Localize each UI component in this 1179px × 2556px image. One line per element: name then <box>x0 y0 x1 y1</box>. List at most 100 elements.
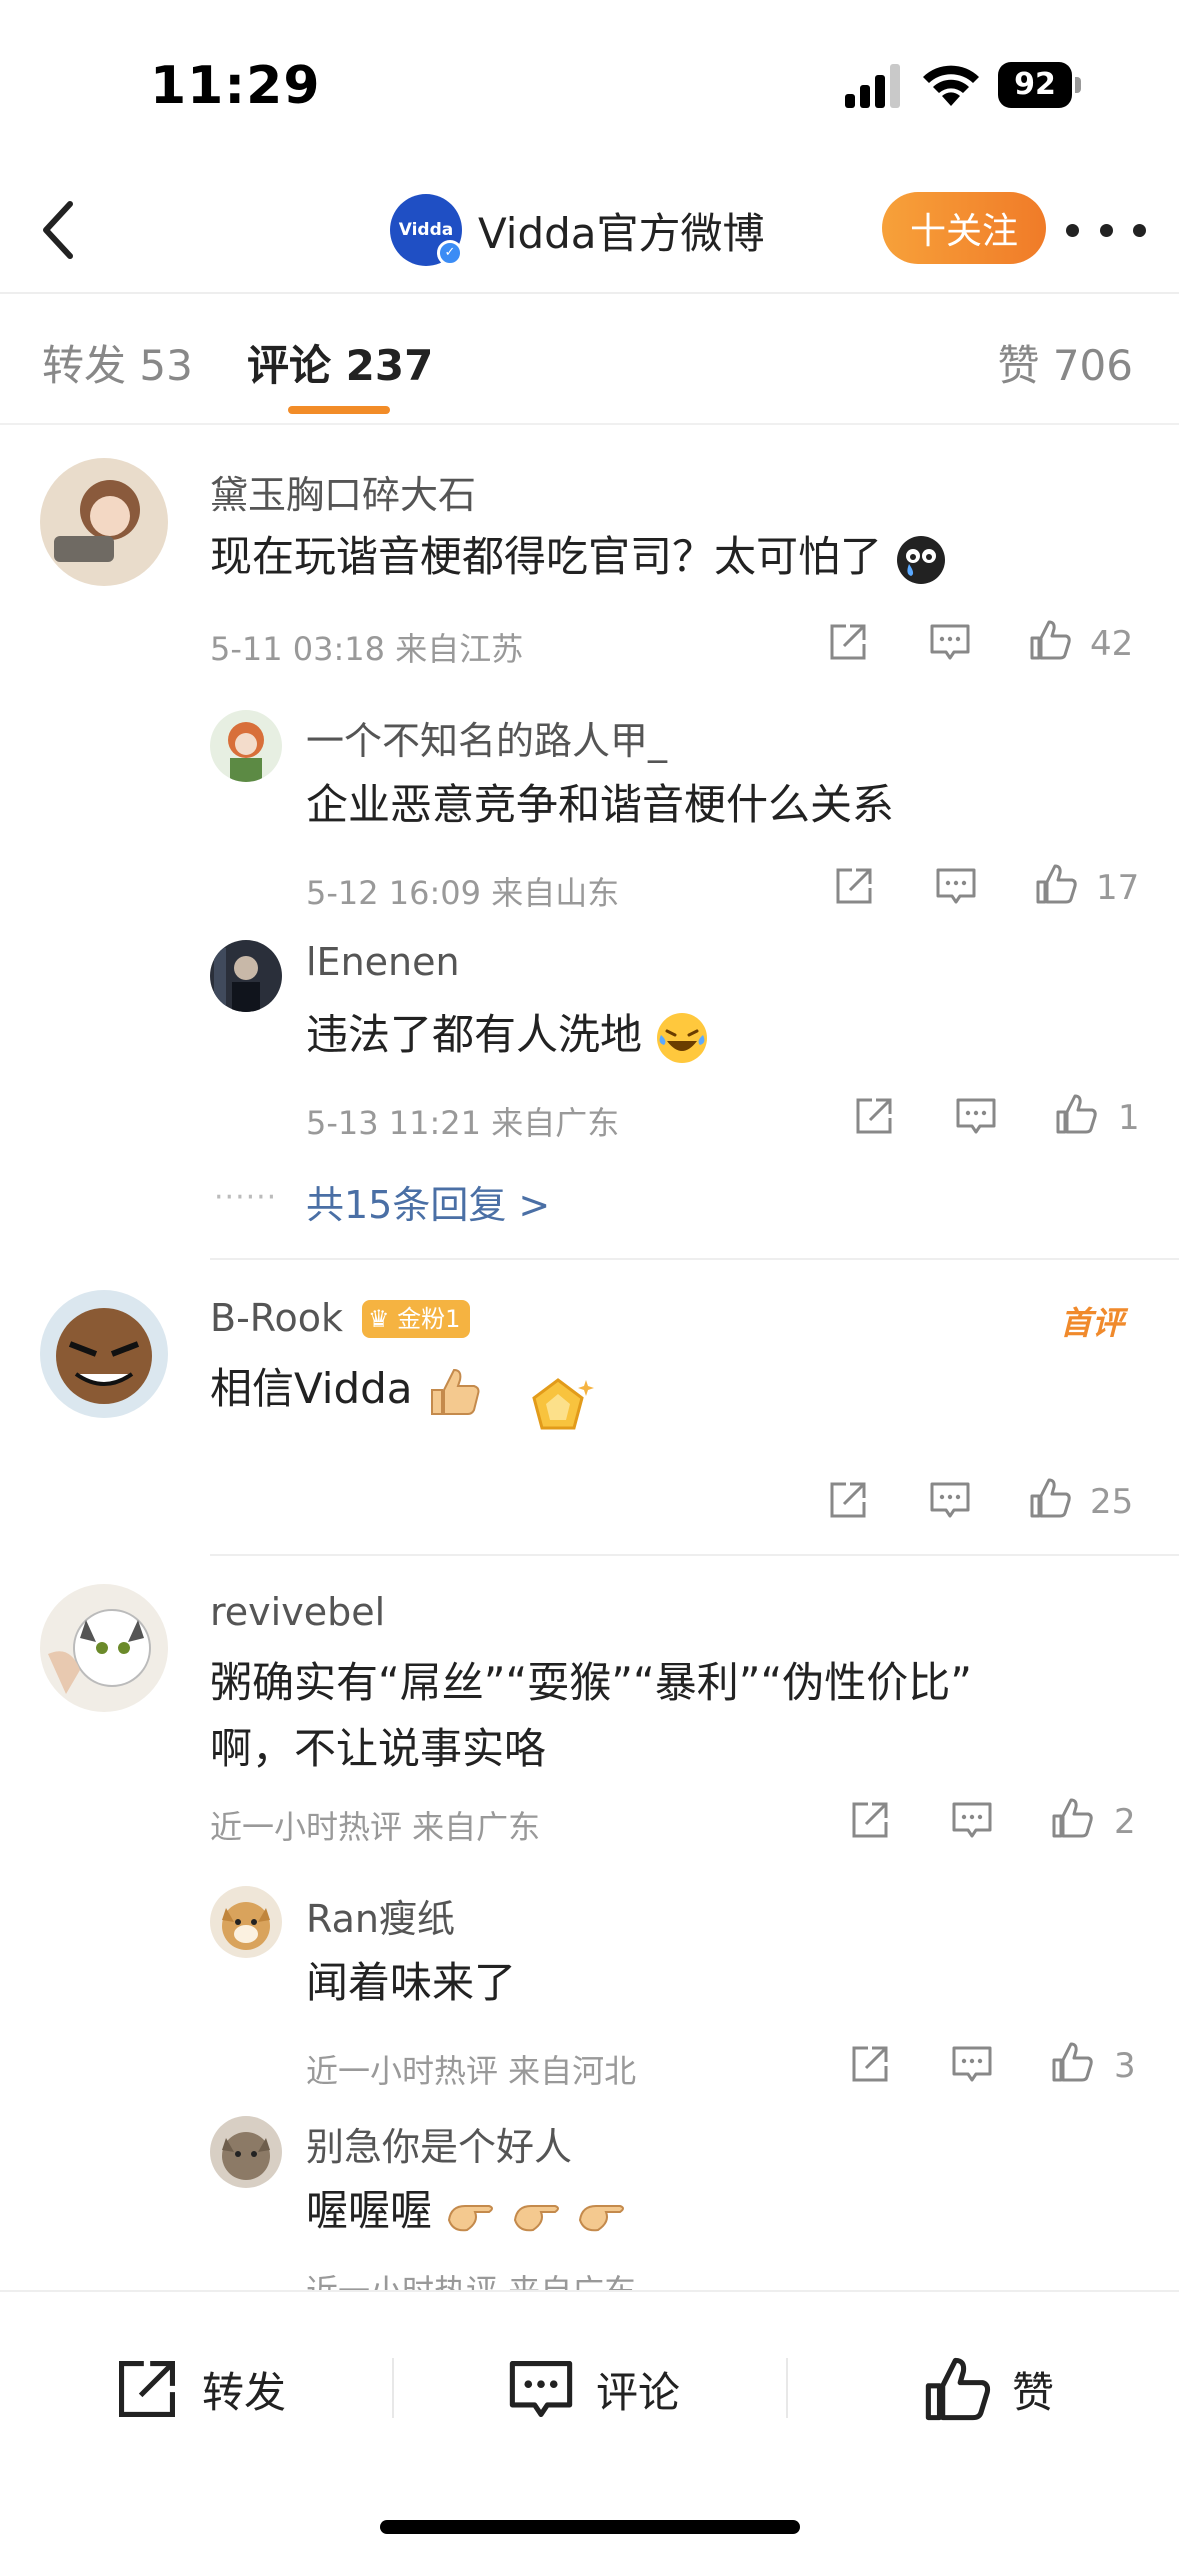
comment-text-content: 现在玩谐音梗都得吃官司？太可怕了 <box>210 532 883 581</box>
nav-header: Vidda ✓ Vidda官方微博 十关注 <box>0 170 1179 290</box>
reply-icon[interactable] <box>954 1094 998 1138</box>
like-icon[interactable] <box>1028 618 1072 662</box>
comment-button[interactable]: 评论 <box>506 2354 680 2424</box>
comment-separator <box>210 1258 1179 1260</box>
account-name[interactable]: Vidda官方微博 <box>478 200 765 261</box>
like-icon <box>925 2357 991 2421</box>
like-icon[interactable] <box>1028 1476 1072 1520</box>
share-icon[interactable] <box>848 1798 892 1842</box>
reply-avatar[interactable] <box>210 1886 282 1958</box>
tab-bar: 转发 53 评论 237 赞 706 <box>0 300 1179 420</box>
pointing-hand-emoji-icon <box>579 2204 625 2231</box>
like-count: 42 <box>1090 624 1134 664</box>
comment-username[interactable]: B-Rook <box>210 1296 343 1340</box>
tab-active-indicator <box>288 406 390 414</box>
gold-badge-sticker-icon <box>532 1378 594 1430</box>
divider <box>0 292 1179 294</box>
share-icon <box>119 2361 175 2417</box>
reply-icon[interactable] <box>928 1478 972 1522</box>
reply-text: 违法了都有人洗地 <box>306 1002 709 1068</box>
cellular-signal-icon <box>845 64 900 108</box>
reply-icon[interactable] <box>928 620 972 664</box>
reply-meta: 5-12 16:09 来自山东 <box>306 874 620 912</box>
avatar[interactable] <box>40 1584 168 1712</box>
reply-meta: 5-13 11:21 来自广东 <box>306 1104 620 1142</box>
like-count: 2 <box>1114 1802 1136 1842</box>
comment-username[interactable]: 黛玉胸口碎大石 <box>210 464 476 519</box>
share-icon[interactable] <box>832 864 876 908</box>
reply-icon[interactable] <box>950 1798 994 1842</box>
share-icon[interactable] <box>826 1478 870 1522</box>
repost-label: 转发 <box>202 2367 287 2417</box>
reply-text: 闻着味来了 <box>306 1958 517 2007</box>
comment-text: 现在玩谐音梗都得吃官司？太可怕了 <box>210 524 947 590</box>
avatar[interactable] <box>40 1290 168 1418</box>
comment-icon <box>509 2361 573 2417</box>
thumbs-up-emoji-icon <box>430 1368 480 1415</box>
share-icon[interactable] <box>826 620 870 664</box>
reply-text: 企业恶意竞争和谐音梗什么关系 <box>306 780 895 829</box>
like-count: 17 <box>1096 868 1140 908</box>
like-count: 25 <box>1090 1482 1134 1522</box>
follow-button[interactable]: 十关注 <box>882 192 1046 264</box>
comment-username[interactable]: revivebel <box>210 1590 385 1634</box>
comment-text-content: 相信Vidda <box>210 1364 413 1413</box>
reply-username[interactable]: 别急你是个好人 <box>306 2116 572 2171</box>
pointing-hand-emoji-icon <box>448 2204 494 2231</box>
share-icon[interactable] <box>848 2042 892 2086</box>
reply-meta: 近一小时热评 来自河北 <box>306 2052 637 2090</box>
reply-avatar[interactable] <box>210 2116 282 2188</box>
like-count: 1 <box>1118 1098 1140 1138</box>
comment-label: 评论 <box>596 2367 681 2417</box>
tab-likes[interactable]: 赞 706 <box>997 332 1133 393</box>
comment-separator <box>210 1554 1179 1556</box>
replies-dots: ······ <box>214 1180 278 1215</box>
reply-text: 喔喔喔 <box>306 2178 628 2244</box>
account-avatar-text: Vidda <box>398 220 454 240</box>
pointing-hand-emoji-icon <box>513 2204 559 2231</box>
reply-username[interactable]: Ran瘦纸 <box>306 1888 455 1943</box>
wifi-icon <box>923 65 979 106</box>
fan-badge: ♛ 金粉1 <box>362 1300 471 1338</box>
comment-meta: 近一小时热评 来自广东 <box>210 1808 541 1846</box>
comment-text-line: 啊，不让说事实咯 <box>210 1724 547 1773</box>
battery-level: 92 <box>998 62 1072 108</box>
verified-icon: ✓ <box>437 240 463 266</box>
fan-badge-text: 金粉1 <box>397 1305 461 1333</box>
status-bar: 11:29 92 <box>0 0 1179 160</box>
like-icon[interactable] <box>1050 1796 1094 1840</box>
divider <box>0 423 1179 425</box>
status-time: 11:29 <box>150 56 321 116</box>
crying-emoji-icon <box>897 535 946 584</box>
tab-comments[interactable]: 评论 237 <box>247 332 433 393</box>
first-comment-badge: 首评 <box>1060 1304 1125 1342</box>
divider <box>392 2358 394 2418</box>
bottom-action-bar: 转发 评论 赞 <box>0 2290 1179 2556</box>
reply-icon[interactable] <box>934 864 978 908</box>
battery-tip <box>1075 77 1081 93</box>
divider <box>786 2358 788 2418</box>
laughing-emoji-icon <box>657 1012 708 1063</box>
reply-text-content: 违法了都有人洗地 <box>306 1010 643 1059</box>
more-options-icon[interactable] <box>1066 210 1146 250</box>
comment-text-line: 粥确实有“屌丝”“耍猴”“暴利”“伪性价比” <box>210 1658 973 1707</box>
reply-text-content: 喔喔喔 <box>306 2186 433 2235</box>
reply-avatar[interactable] <box>210 710 282 782</box>
reply-icon[interactable] <box>950 2042 994 2086</box>
avatar[interactable] <box>40 458 168 586</box>
repost-button[interactable]: 转发 <box>112 2354 286 2424</box>
tab-repost[interactable]: 转发 53 <box>42 332 193 393</box>
like-icon[interactable] <box>1050 2040 1094 2084</box>
comment-text: 相信Vidda <box>210 1356 482 1422</box>
reply-avatar[interactable] <box>210 940 282 1012</box>
battery-indicator: 92 <box>998 62 1082 108</box>
back-icon[interactable] <box>24 190 104 270</box>
share-icon[interactable] <box>852 1094 896 1138</box>
like-button[interactable]: 赞 <box>922 2354 1054 2424</box>
like-icon[interactable] <box>1034 862 1078 906</box>
reply-username[interactable]: lEnenen <box>306 940 460 984</box>
like-icon[interactable] <box>1054 1092 1098 1136</box>
home-indicator <box>380 2520 800 2534</box>
view-more-replies-link[interactable]: 共15条回复 > <box>306 1174 550 1229</box>
reply-username[interactable]: 一个不知名的路人甲_ <box>306 710 667 765</box>
